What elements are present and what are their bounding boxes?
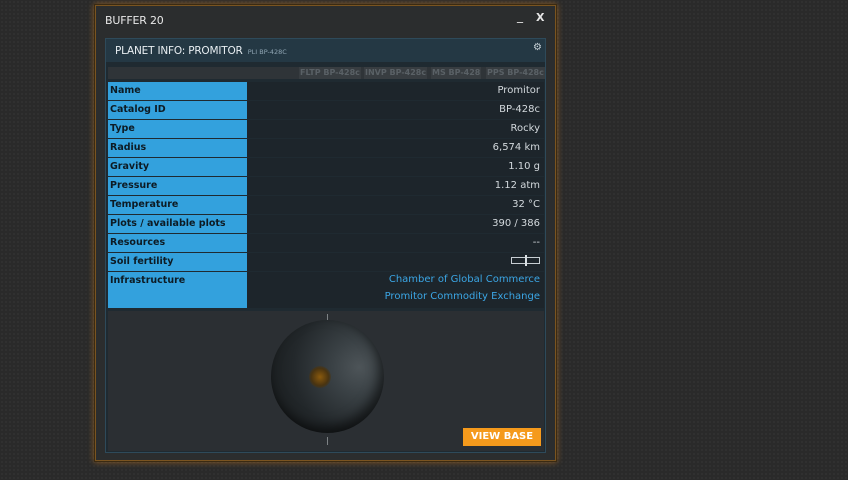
row-label: Temperature [108, 196, 247, 214]
row-label: Name [108, 82, 247, 100]
tab-fltp[interactable]: FLTP BP-428c [299, 67, 361, 79]
panel-title-text: PLANET INFO: PROMITOR [115, 45, 243, 57]
row-label: Infrastructure [108, 272, 247, 308]
window-title: BUFFER 20 [105, 14, 164, 27]
row-label: Type [108, 120, 247, 138]
base-marker [309, 366, 331, 388]
row-label: Gravity [108, 158, 247, 176]
row-value: Promitor [497, 85, 540, 96]
row-value: BP-428c [499, 104, 540, 115]
row-label: Soil fertility [108, 253, 247, 271]
soil-fertility-marker [525, 255, 527, 266]
link-chamber-of-global-commerce[interactable]: Chamber of Global Commerce [389, 274, 540, 285]
planet-view: VIEW BASE [108, 311, 544, 451]
row-label: Plots / available plots [108, 215, 247, 233]
panel-subtitle: PLI BP-428C [247, 48, 287, 56]
row-value: -- [532, 237, 540, 248]
row-value: 32 °C [512, 199, 540, 210]
soil-fertility-bar [511, 255, 540, 266]
row-plots: Plots / available plots 390 / 386 [108, 215, 544, 233]
row-name: Name Promitor [108, 82, 544, 100]
panel-title: PLANET INFO: PROMITOR PLI BP-428C [115, 45, 287, 57]
row-gravity: Gravity 1.10 g [108, 158, 544, 176]
view-base-button[interactable]: VIEW BASE [463, 428, 541, 446]
row-value: 6,574 km [492, 142, 540, 153]
tab-ms[interactable]: MS BP-428 [431, 67, 482, 79]
planet-globe[interactable] [271, 320, 384, 433]
row-soil-fertility: Soil fertility [108, 253, 544, 271]
close-button[interactable]: X [536, 11, 544, 24]
row-resources: Resources -- [108, 234, 544, 252]
row-temperature: Temperature 32 °C [108, 196, 544, 214]
row-pressure: Pressure 1.12 atm [108, 177, 544, 195]
tab-pps[interactable]: PPS BP-428c [486, 67, 545, 79]
gear-icon[interactable]: ⚙ [533, 43, 543, 53]
row-label: Resources [108, 234, 247, 252]
link-promitor-commodity-exchange[interactable]: Promitor Commodity Exchange [385, 291, 540, 302]
row-value: 390 / 386 [492, 218, 540, 229]
row-value: Rocky [510, 123, 540, 134]
row-label: Radius [108, 139, 247, 157]
buffer-window: BUFFER 20 _ X PLANET INFO: PROMITOR PLI … [95, 5, 556, 461]
planet-info-panel: PLANET INFO: PROMITOR PLI BP-428C ⚙ FLTP… [105, 38, 546, 453]
row-infrastructure: Infrastructure Chamber of Global Commerc… [108, 272, 544, 308]
panel-header: PLANET INFO: PROMITOR PLI BP-428C ⚙ [106, 39, 545, 62]
row-value: 1.10 g [508, 161, 540, 172]
row-radius: Radius 6,574 km [108, 139, 544, 157]
row-catalog-id: Catalog ID BP-428c [108, 101, 544, 119]
row-label: Pressure [108, 177, 247, 195]
row-type: Type Rocky [108, 120, 544, 138]
row-label: Catalog ID [108, 101, 247, 119]
minimize-button[interactable]: _ [517, 9, 523, 23]
tab-invp[interactable]: INVP BP-428c [364, 67, 428, 79]
planet-axis-bottom [327, 437, 328, 445]
command-tabs: FLTP BP-428c INVP BP-428c MS BP-428 PPS … [108, 67, 545, 79]
row-value: 1.12 atm [494, 180, 540, 191]
